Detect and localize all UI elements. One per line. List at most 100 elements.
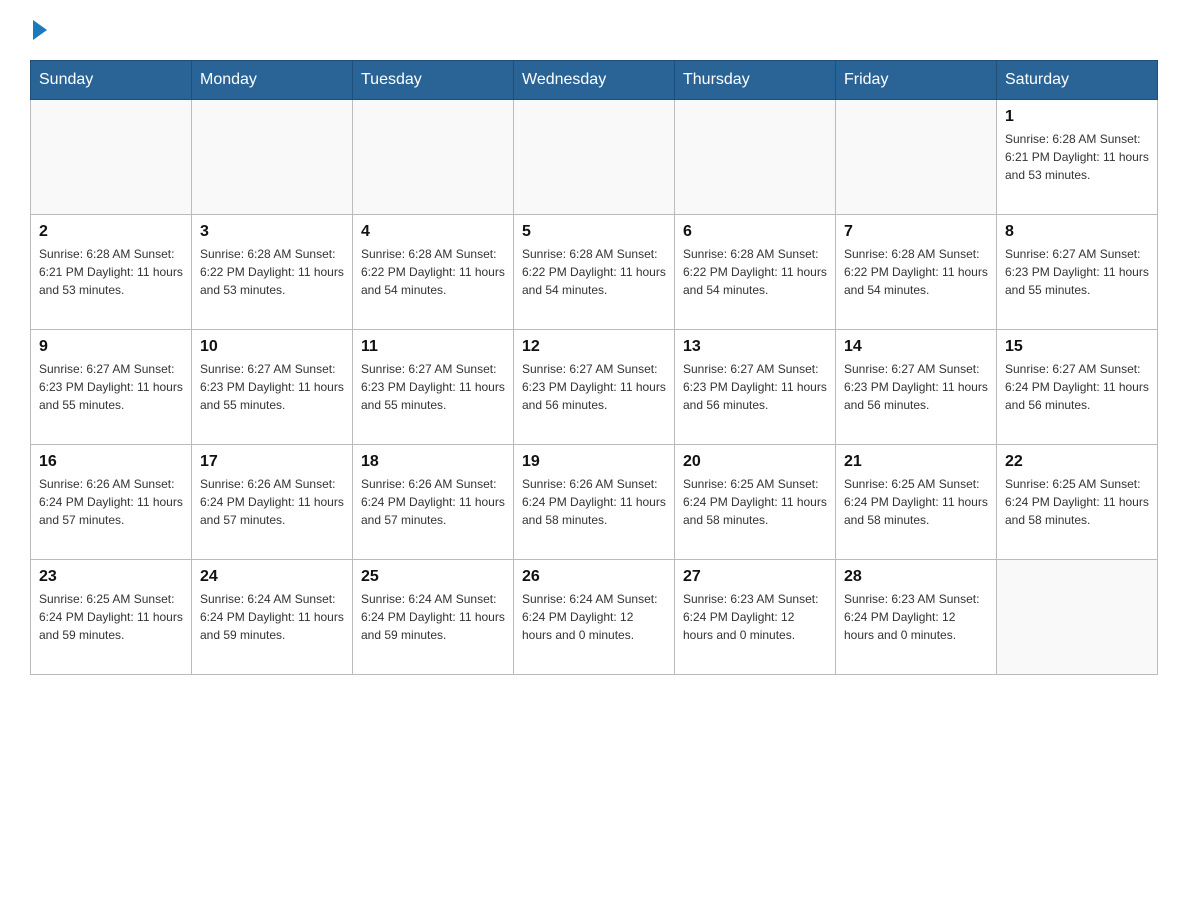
day-info: Sunrise: 6:27 AM Sunset: 6:23 PM Dayligh… [39,360,183,414]
day-info: Sunrise: 6:28 AM Sunset: 6:22 PM Dayligh… [522,245,666,299]
day-info: Sunrise: 6:27 AM Sunset: 6:23 PM Dayligh… [522,360,666,414]
calendar-cell: 28 Sunrise: 6:23 AM Sunset: 6:24 PM Dayli… [836,560,997,675]
day-info: Sunrise: 6:26 AM Sunset: 6:24 PM Dayligh… [200,475,344,529]
calendar-header-row: SundayMondayTuesdayWednesdayThursdayFrid… [31,61,1158,100]
day-info: Sunrise: 6:28 AM Sunset: 6:22 PM Dayligh… [200,245,344,299]
day-info: Sunrise: 6:24 AM Sunset: 6:24 PM Dayligh… [200,590,344,644]
page-header [30,20,1158,40]
day-number: 21 [844,453,988,471]
calendar-cell: 18 Sunrise: 6:26 AM Sunset: 6:24 PM Dayli… [353,445,514,560]
calendar-cell: 24 Sunrise: 6:24 AM Sunset: 6:24 PM Dayli… [192,560,353,675]
day-number: 5 [522,223,666,241]
day-info: Sunrise: 6:27 AM Sunset: 6:23 PM Dayligh… [200,360,344,414]
logo [30,20,47,40]
day-number: 19 [522,453,666,471]
calendar-cell: 20 Sunrise: 6:25 AM Sunset: 6:24 PM Dayli… [675,445,836,560]
calendar-cell: 26 Sunrise: 6:24 AM Sunset: 6:24 PM Dayli… [514,560,675,675]
day-info: Sunrise: 6:25 AM Sunset: 6:24 PM Dayligh… [844,475,988,529]
calendar-cell: 1 Sunrise: 6:28 AM Sunset: 6:21 PM Daylig… [997,100,1158,215]
day-info: Sunrise: 6:23 AM Sunset: 6:24 PM Dayligh… [683,590,827,644]
calendar-table: SundayMondayTuesdayWednesdayThursdayFrid… [30,60,1158,675]
calendar-cell: 3 Sunrise: 6:28 AM Sunset: 6:22 PM Daylig… [192,215,353,330]
calendar-cell: 12 Sunrise: 6:27 AM Sunset: 6:23 PM Dayli… [514,330,675,445]
day-info: Sunrise: 6:27 AM Sunset: 6:24 PM Dayligh… [1005,360,1149,414]
calendar-cell: 23 Sunrise: 6:25 AM Sunset: 6:24 PM Dayli… [31,560,192,675]
day-info: Sunrise: 6:28 AM Sunset: 6:21 PM Dayligh… [1005,130,1149,184]
day-number: 2 [39,223,183,241]
calendar-week-row: 9Sunrise: 6:27 AM Sunset: 6:23 PM Daylig… [31,330,1158,445]
day-info: Sunrise: 6:28 AM Sunset: 6:22 PM Dayligh… [683,245,827,299]
day-info: Sunrise: 6:23 AM Sunset: 6:24 PM Dayligh… [844,590,988,644]
day-info: Sunrise: 6:28 AM Sunset: 6:22 PM Dayligh… [844,245,988,299]
calendar-cell: 21 Sunrise: 6:25 AM Sunset: 6:24 PM Dayli… [836,445,997,560]
day-info: Sunrise: 6:26 AM Sunset: 6:24 PM Dayligh… [361,475,505,529]
calendar-week-row: 16 Sunrise: 6:26 AM Sunset: 6:24 PM Dayli… [31,445,1158,560]
calendar-cell [514,100,675,215]
day-number: 15 [1005,338,1149,356]
day-of-week-header: Sunday [31,61,192,100]
day-number: 6 [683,223,827,241]
calendar-cell [31,100,192,215]
calendar-cell: 2Sunrise: 6:28 AM Sunset: 6:21 PM Daylig… [31,215,192,330]
day-info: Sunrise: 6:24 AM Sunset: 6:24 PM Dayligh… [522,590,666,644]
calendar-cell: 8 Sunrise: 6:27 AM Sunset: 6:23 PM Daylig… [997,215,1158,330]
day-number: 28 [844,568,988,586]
day-of-week-header: Wednesday [514,61,675,100]
day-info: Sunrise: 6:25 AM Sunset: 6:24 PM Dayligh… [1005,475,1149,529]
day-info: Sunrise: 6:25 AM Sunset: 6:24 PM Dayligh… [683,475,827,529]
day-number: 4 [361,223,505,241]
day-number: 3 [200,223,344,241]
calendar-cell: 5 Sunrise: 6:28 AM Sunset: 6:22 PM Daylig… [514,215,675,330]
day-number: 20 [683,453,827,471]
calendar-cell [836,100,997,215]
calendar-cell: 4 Sunrise: 6:28 AM Sunset: 6:22 PM Daylig… [353,215,514,330]
calendar-cell: 7 Sunrise: 6:28 AM Sunset: 6:22 PM Daylig… [836,215,997,330]
calendar-cell: 9Sunrise: 6:27 AM Sunset: 6:23 PM Daylig… [31,330,192,445]
day-info: Sunrise: 6:24 AM Sunset: 6:24 PM Dayligh… [361,590,505,644]
logo-triangle-icon [33,20,47,40]
day-number: 1 [1005,108,1149,126]
calendar-cell: 17 Sunrise: 6:26 AM Sunset: 6:24 PM Dayli… [192,445,353,560]
calendar-cell [997,560,1158,675]
day-of-week-header: Tuesday [353,61,514,100]
calendar-week-row: 1 Sunrise: 6:28 AM Sunset: 6:21 PM Daylig… [31,100,1158,215]
day-number: 16 [39,453,183,471]
calendar-cell [675,100,836,215]
day-info: Sunrise: 6:27 AM Sunset: 6:23 PM Dayligh… [361,360,505,414]
calendar-cell: 25 Sunrise: 6:24 AM Sunset: 6:24 PM Dayli… [353,560,514,675]
calendar-cell [192,100,353,215]
day-info: Sunrise: 6:26 AM Sunset: 6:24 PM Dayligh… [522,475,666,529]
day-number: 22 [1005,453,1149,471]
day-info: Sunrise: 6:27 AM Sunset: 6:23 PM Dayligh… [844,360,988,414]
day-number: 18 [361,453,505,471]
calendar-cell: 15 Sunrise: 6:27 AM Sunset: 6:24 PM Dayli… [997,330,1158,445]
calendar-cell: 22 Sunrise: 6:25 AM Sunset: 6:24 PM Dayli… [997,445,1158,560]
day-of-week-header: Saturday [997,61,1158,100]
day-info: Sunrise: 6:28 AM Sunset: 6:22 PM Dayligh… [361,245,505,299]
day-info: Sunrise: 6:27 AM Sunset: 6:23 PM Dayligh… [1005,245,1149,299]
day-number: 10 [200,338,344,356]
day-of-week-header: Thursday [675,61,836,100]
day-number: 26 [522,568,666,586]
calendar-cell: 11 Sunrise: 6:27 AM Sunset: 6:23 PM Dayli… [353,330,514,445]
calendar-cell: 16Sunrise: 6:26 AM Sunset: 6:24 PM Dayli… [31,445,192,560]
calendar-week-row: 2Sunrise: 6:28 AM Sunset: 6:21 PM Daylig… [31,215,1158,330]
calendar-cell: 27Sunrise: 6:23 AM Sunset: 6:24 PM Dayli… [675,560,836,675]
day-info: Sunrise: 6:25 AM Sunset: 6:24 PM Dayligh… [39,590,183,644]
calendar-cell: 13Sunrise: 6:27 AM Sunset: 6:23 PM Dayli… [675,330,836,445]
day-number: 23 [39,568,183,586]
day-number: 12 [522,338,666,356]
calendar-cell: 10 Sunrise: 6:27 AM Sunset: 6:23 PM Dayli… [192,330,353,445]
calendar-cell [353,100,514,215]
day-number: 25 [361,568,505,586]
day-number: 7 [844,223,988,241]
day-number: 11 [361,338,505,356]
day-of-week-header: Friday [836,61,997,100]
day-number: 13 [683,338,827,356]
day-number: 8 [1005,223,1149,241]
calendar-cell: 6 Sunrise: 6:28 AM Sunset: 6:22 PM Daylig… [675,215,836,330]
day-number: 24 [200,568,344,586]
calendar-cell: 14Sunrise: 6:27 AM Sunset: 6:23 PM Dayli… [836,330,997,445]
day-number: 17 [200,453,344,471]
calendar-week-row: 23 Sunrise: 6:25 AM Sunset: 6:24 PM Dayli… [31,560,1158,675]
